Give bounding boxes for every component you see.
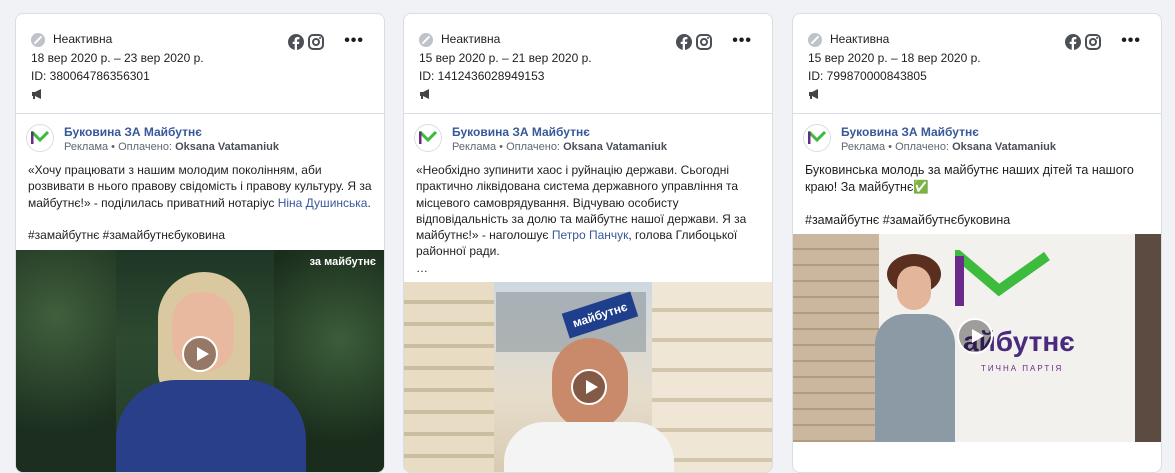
facebook-icon (288, 34, 304, 50)
sponsor-name: Oksana Vatamaniuk (563, 141, 668, 153)
sponsor-name: Oksana Vatamaniuk (952, 141, 1057, 153)
ad-card: Неактивна 15 вер 2020 р. – 18 вер 2020 р… (792, 13, 1162, 473)
inactive-status-icon (31, 32, 45, 47)
ad-video[interactable]: айбутнє ТИЧНА ПАРТІЯ (793, 234, 1161, 442)
ad-card: Неактивна 18 вер 2020 р. – 23 вер 2020 р… (15, 13, 385, 473)
ad-id: ID: 1412436028949153 (419, 69, 545, 83)
megaphone-icon (31, 89, 45, 99)
ad-status: Неактивна (53, 32, 113, 46)
divider (16, 113, 384, 114)
more-options-icon[interactable]: ••• (732, 33, 752, 49)
facebook-icon (676, 34, 692, 50)
inactive-status-icon (808, 32, 822, 47)
ad-card: Неактивна 15 вер 2020 р. – 21 вер 2020 р… (403, 13, 773, 473)
inactive-status-icon (419, 32, 433, 47)
ad-hashtags: #замайбутнє #замайбутнєбуковина (28, 227, 226, 242)
page-avatar[interactable] (26, 124, 54, 152)
sponsor-line: Реклама • Оплачено: Oksana Vatamaniuk (64, 141, 280, 153)
instagram-icon (696, 34, 712, 50)
platforms (1065, 34, 1101, 50)
ad-id: ID: 799870000843805 (808, 69, 927, 83)
mentioned-person-link[interactable]: Ніна Душинська (278, 196, 368, 210)
divider (404, 113, 772, 114)
megaphone-icon (419, 89, 433, 99)
page-avatar[interactable] (414, 124, 442, 152)
sponsor-name: Oksana Vatamaniuk (175, 141, 280, 153)
play-icon[interactable] (957, 318, 993, 354)
ad-body: «Необхідно зупинити хаос і руйнацію держ… (416, 162, 762, 276)
ad-dates: 15 вер 2020 р. – 18 вер 2020 р. (808, 51, 981, 65)
ad-dates: 18 вер 2020 р. – 23 вер 2020 р. (31, 51, 204, 65)
ad-hashtags: #замайбутнє #замайбутнєбуковина (805, 213, 1011, 227)
sponsor-line: Реклама • Оплачено: Oksana Vatamaniuk (452, 141, 668, 153)
page-header: Буковина ЗА Майбутнє Реклама • Оплачено:… (803, 124, 1151, 158)
see-more-ellipsis[interactable]: … (416, 260, 762, 276)
page-name[interactable]: Буковина ЗА Майбутнє (452, 124, 667, 140)
more-options-icon[interactable]: ••• (344, 33, 364, 49)
ad-status: Неактивна (830, 32, 890, 46)
divider (793, 113, 1161, 114)
instagram-icon (308, 34, 324, 50)
page-header: Буковина ЗА Майбутнє Реклама • Оплачено:… (414, 124, 762, 158)
ad-video[interactable]: за майбутнє (16, 250, 384, 472)
platforms (676, 34, 712, 50)
more-options-icon[interactable]: ••• (1121, 33, 1141, 49)
ad-id: ID: 380064786356301 (31, 69, 150, 83)
ad-dates: 15 вер 2020 р. – 21 вер 2020 р. (419, 51, 592, 65)
sponsor-line: Реклама • Оплачено: Oksana Vatamaniuk (841, 141, 1057, 153)
play-icon[interactable] (182, 336, 218, 372)
play-icon[interactable] (571, 369, 607, 405)
page-name[interactable]: Буковина ЗА Майбутнє (841, 124, 1056, 140)
ad-video[interactable]: майбутнє (404, 282, 772, 472)
video-brand-badge: за майбутнє (309, 256, 376, 268)
platforms (288, 34, 324, 50)
ad-status: Неактивна (441, 32, 501, 46)
ad-body: Буковинська молодь за майбутнє наших діт… (805, 162, 1151, 229)
storefront-sign-subtitle: ТИЧНА ПАРТІЯ (981, 364, 1064, 373)
page-avatar[interactable] (803, 124, 831, 152)
megaphone-icon (808, 89, 822, 99)
instagram-icon (1085, 34, 1101, 50)
facebook-icon (1065, 34, 1081, 50)
ad-body: «Хочу працювати з нашим молодим поколінн… (28, 162, 374, 243)
page-name[interactable]: Буковина ЗА Майбутнє (64, 124, 279, 140)
page-header: Буковина ЗА Майбутнє Реклама • Оплачено:… (26, 124, 374, 158)
mentioned-person-link[interactable]: Петро Панчук (552, 228, 629, 242)
